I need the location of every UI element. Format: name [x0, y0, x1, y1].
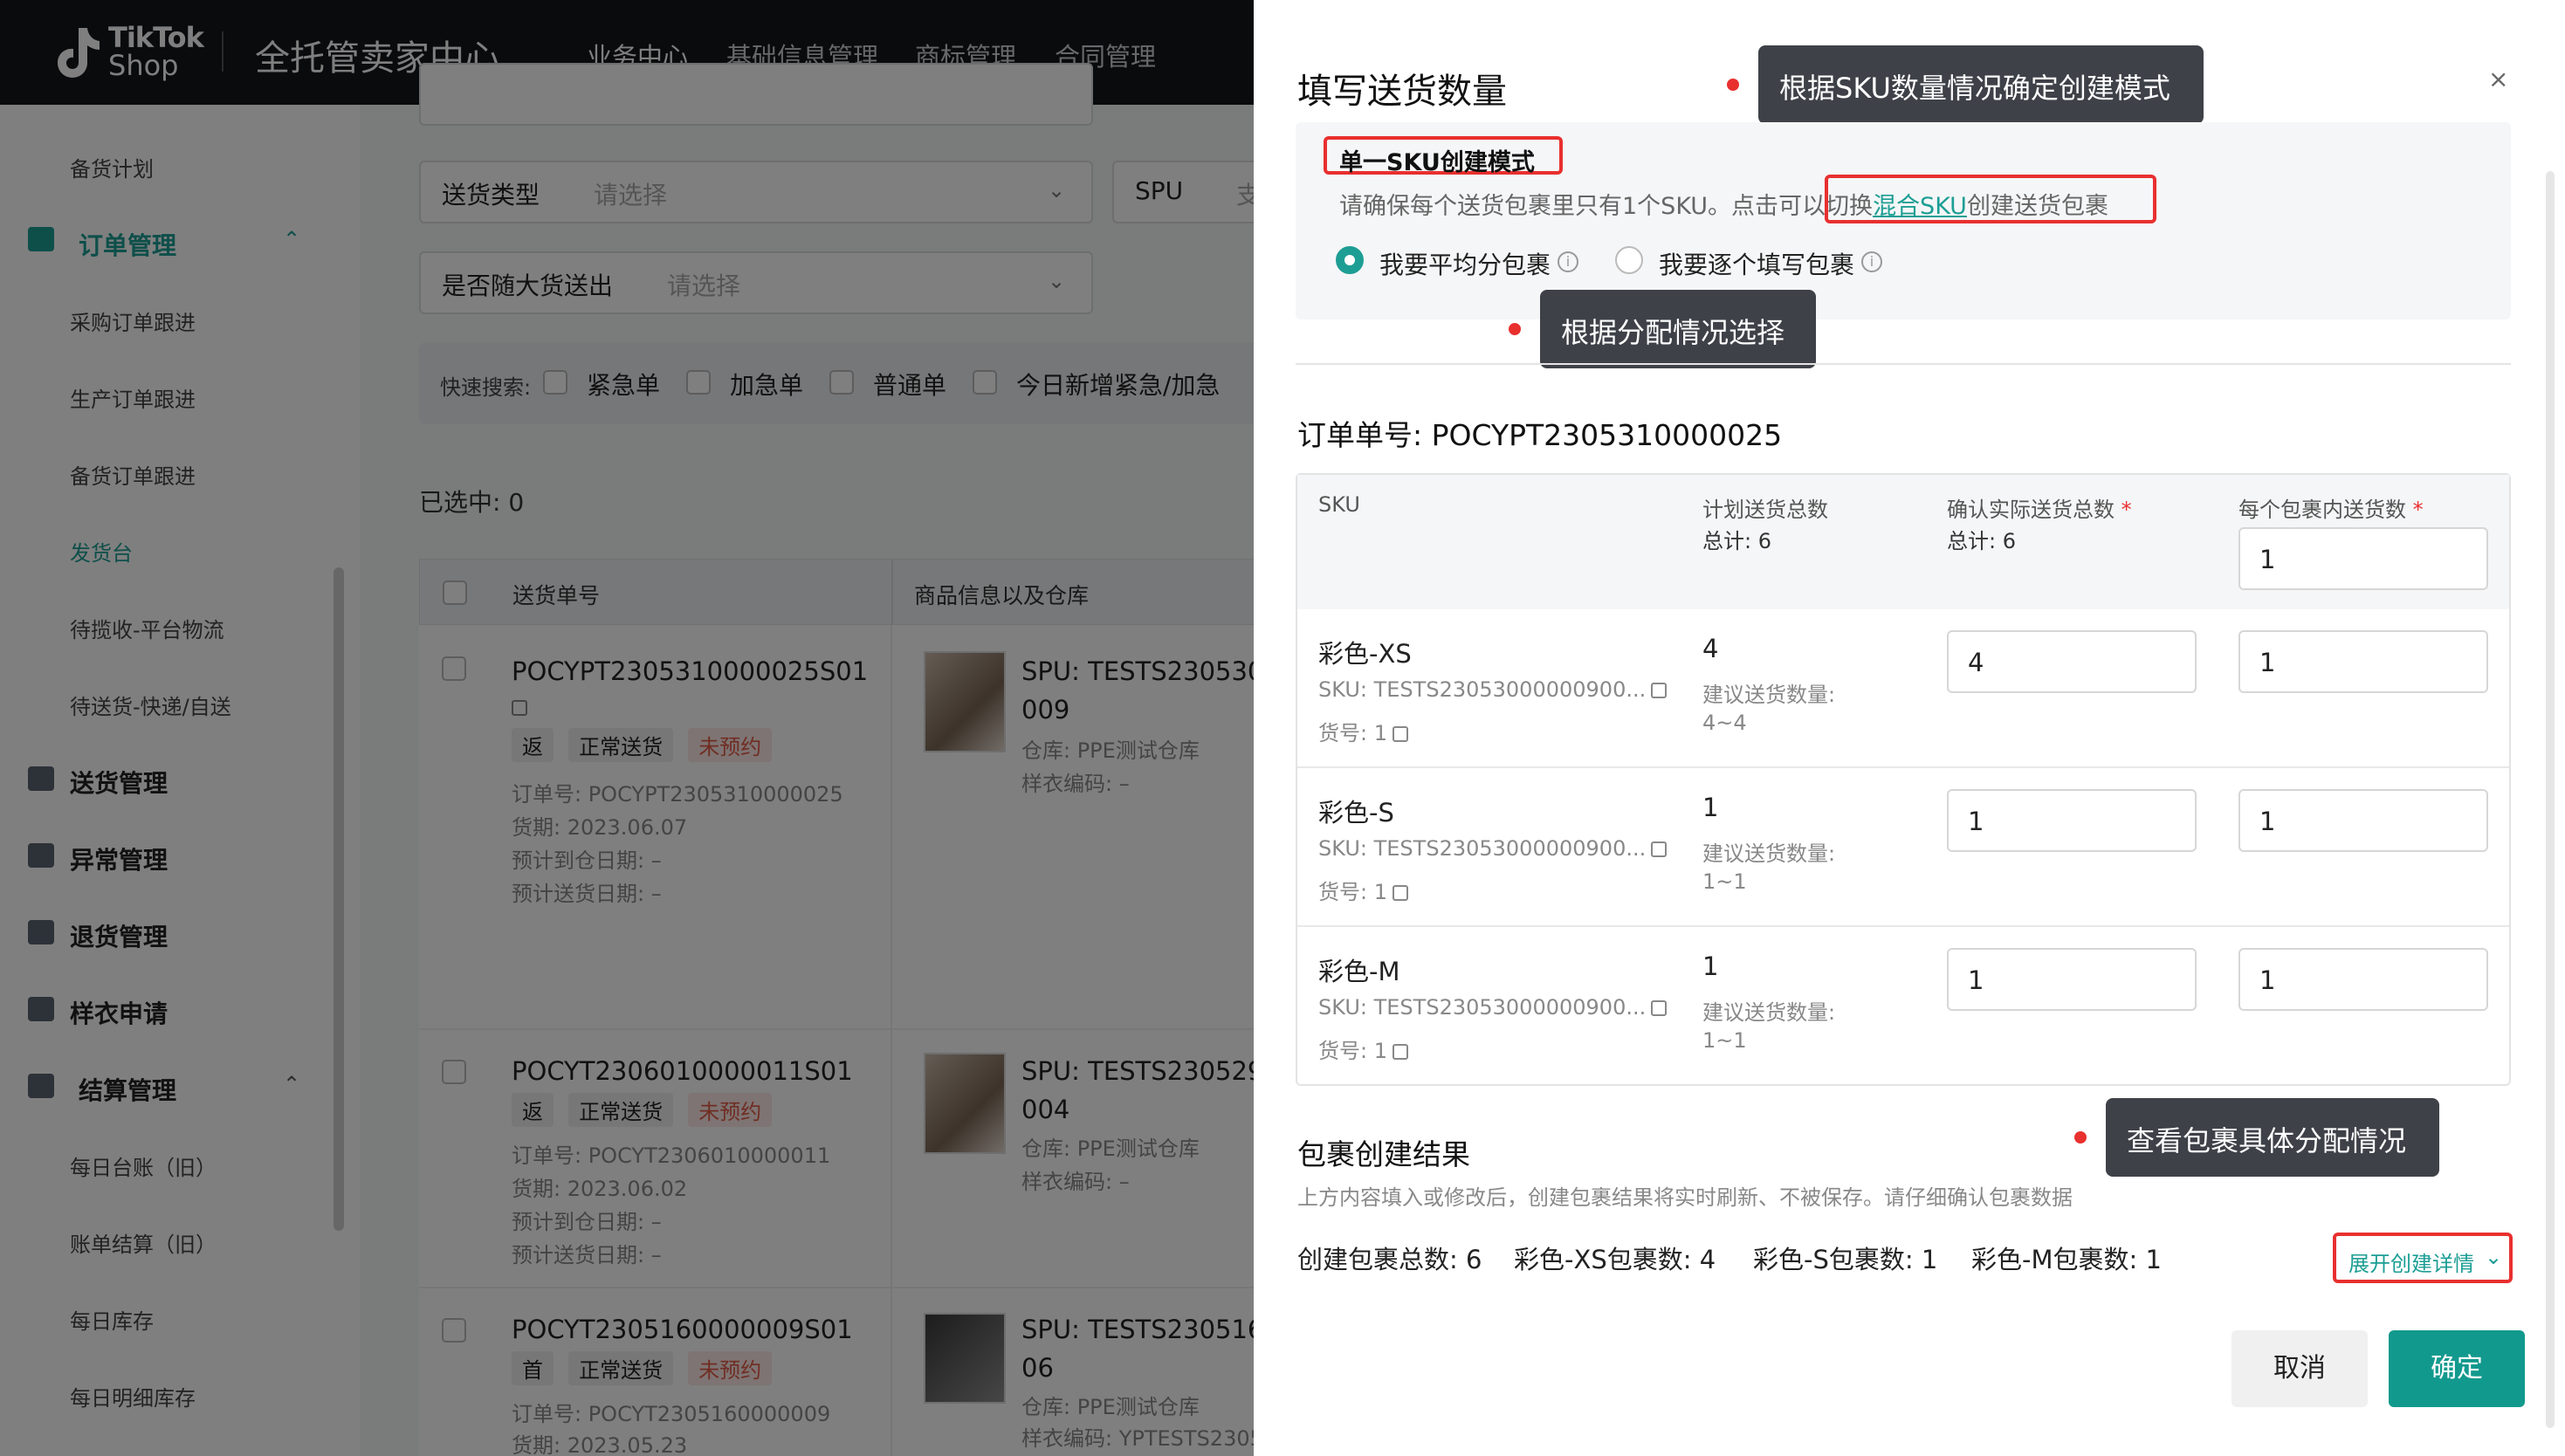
drawer-scrollbar[interactable]	[2546, 171, 2555, 1428]
annotation-tip: 根据分配情况选择	[1540, 290, 1816, 368]
annotation-text: 查看包裹具体分配情况	[2127, 1124, 2407, 1157]
copy-icon[interactable]	[1651, 683, 1668, 698]
col-confirm-label: 确认实际送货总数	[1947, 498, 2115, 522]
confirm-qty-input[interactable]: 1	[1947, 948, 2197, 1011]
suggest-range: 1~1	[1702, 1028, 1747, 1053]
col-per-label: 每个包裹内送货数	[2238, 498, 2406, 522]
confirm-qty-value: 1	[1968, 965, 1984, 995]
sku-code: SKU: TESTS23053000000900...	[1318, 677, 1668, 702]
plan-qty: 1	[1702, 793, 1719, 822]
info-icon[interactable]: i	[1861, 251, 1882, 272]
col-plan: 计划送货总数	[1702, 498, 1828, 522]
annotation-tip: 根据SKU数量情况确定创建模式	[1758, 45, 2204, 124]
copy-icon[interactable]	[1392, 1044, 1408, 1060]
sku-code-text: SKU: TESTS23053000000900...	[1318, 677, 1647, 702]
item-no-text: 货号: 1	[1318, 1039, 1387, 1063]
sku-name: 彩色-XS	[1318, 639, 1412, 669]
suggest-label: 建议送货数量:	[1702, 841, 1836, 866]
suggest-range: 1~1	[1702, 869, 1747, 894]
copy-icon[interactable]	[1392, 885, 1408, 901]
per-package-input[interactable]: 1	[2238, 948, 2488, 1011]
annotation-tip: 查看包裹具体分配情况	[2106, 1098, 2439, 1177]
chevron-down-icon: ⌄	[2485, 1245, 2503, 1269]
expand-details-label: 展开创建详情	[2348, 1252, 2474, 1276]
sku-code-text: SKU: TESTS23053000000900...	[1318, 995, 1647, 1020]
result-s: 彩色-S包裹数: 1	[1753, 1245, 1938, 1274]
confirm-qty-input[interactable]: 1	[1947, 789, 2197, 852]
per-package-input[interactable]: 1	[2238, 630, 2488, 693]
item-no: 货号: 1	[1318, 1034, 1408, 1064]
per-package-input[interactable]: 1	[2238, 789, 2488, 852]
sku-code-text: SKU: TESTS23053000000900...	[1318, 836, 1647, 861]
col-sku: SKU	[1318, 492, 1360, 517]
confirm-button[interactable]: 确定	[2389, 1330, 2525, 1407]
result-m: 彩色-M包裹数: 1	[1971, 1245, 2162, 1274]
sku-code: SKU: TESTS23053000000900...	[1318, 836, 1668, 861]
radio-individual-label[interactable]: 我要逐个填写包裹	[1659, 246, 1854, 281]
annotation-dot	[1509, 323, 1521, 335]
col-plan-total: 总计: 6	[1702, 529, 1771, 553]
mode-switch-highlight	[1825, 175, 2156, 223]
modal-overlay[interactable]	[0, 0, 1254, 1456]
suggest-label: 建议送货数量:	[1702, 683, 1836, 707]
expand-details-button[interactable]: 展开创建详情 ⌄	[2333, 1233, 2513, 1283]
copy-icon[interactable]	[1392, 726, 1408, 742]
sku-name: 彩色-M	[1318, 957, 1400, 986]
radio-individual[interactable]	[1615, 246, 1643, 274]
mode-title: 单一SKU创建模式	[1339, 149, 1535, 176]
confirm-qty-input[interactable]: 4	[1947, 630, 2197, 693]
annotation-dot	[2074, 1131, 2087, 1144]
result-title: 包裹创建结果	[1297, 1137, 1470, 1171]
suggest-label: 建议送货数量:	[1702, 1000, 1836, 1025]
item-no: 货号: 1	[1318, 716, 1408, 746]
annotation-text: 根据SKU数量情况确定创建模式	[1779, 72, 2170, 105]
copy-icon[interactable]	[1651, 1000, 1668, 1016]
per-package-value: 1	[2259, 965, 2276, 995]
copy-icon[interactable]	[1651, 841, 1668, 857]
cancel-button[interactable]: 取消	[2231, 1330, 2368, 1407]
sku-table-header: SKU 计划送货总数 总计: 6 确认实际送货总数 * 总计: 6 每个包裹内送…	[1297, 475, 2509, 609]
mode-desc-pre: 请确保每个送货包裹里只有1个SKU。点击可以切换	[1339, 193, 1874, 220]
sku-code: SKU: TESTS23053000000900...	[1318, 995, 1668, 1020]
required-mark: *	[2412, 498, 2424, 522]
item-no-text: 货号: 1	[1318, 880, 1387, 904]
item-no: 货号: 1	[1318, 875, 1408, 905]
result-description: 上方内容填入或修改后，创建包裹结果将实时刷新、不被保存。请仔细确认包裹数据	[1297, 1185, 2073, 1210]
info-icon[interactable]: i	[1558, 251, 1578, 272]
mode-title-highlight: 单一SKU创建模式	[1324, 136, 1563, 176]
per-package-value: 1	[2259, 648, 2276, 677]
radio-average[interactable]	[1336, 246, 1364, 274]
confirm-qty-value: 1	[1968, 807, 1984, 836]
suggest-range: 4~4	[1702, 711, 1747, 735]
annotation-text: 根据分配情况选择	[1561, 316, 1785, 349]
result-total: 创建包裹总数: 6	[1297, 1245, 1482, 1274]
order-number: 订单单号: POCYPT2305310000025	[1297, 418, 1783, 452]
confirm-qty-value: 4	[1968, 648, 1984, 677]
plan-qty: 4	[1702, 634, 1719, 663]
plan-qty: 1	[1702, 951, 1719, 981]
close-icon[interactable]: ×	[2488, 65, 2508, 93]
per-package-default-value: 1	[2259, 545, 2276, 574]
sku-name: 彩色-S	[1318, 798, 1394, 828]
per-package-value: 1	[2259, 807, 2276, 836]
required-mark: *	[2121, 498, 2132, 522]
item-no-text: 货号: 1	[1318, 721, 1387, 745]
divider	[1296, 363, 2511, 365]
row-divider	[1297, 766, 2509, 768]
result-xs: 彩色-XS包裹数: 4	[1514, 1245, 1716, 1274]
col-per: 每个包裹内送货数 *	[2238, 492, 2424, 523]
row-divider	[1297, 925, 2509, 927]
annotation-dot	[1727, 79, 1739, 91]
radio-average-label[interactable]: 我要平均分包裹	[1379, 246, 1551, 281]
col-confirm: 确认实际送货总数 *	[1947, 492, 2132, 523]
col-confirm-total: 总计: 6	[1947, 529, 2016, 553]
per-package-default-input[interactable]: 1	[2238, 527, 2488, 590]
drawer-title: 填写送货数量	[1297, 72, 1507, 112]
